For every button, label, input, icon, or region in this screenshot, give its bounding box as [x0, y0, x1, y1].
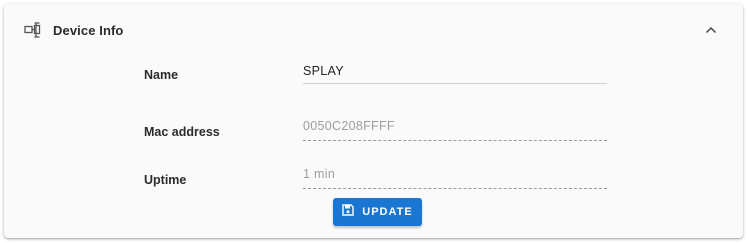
- name-label: Name: [144, 68, 179, 82]
- update-button[interactable]: UPDATE: [333, 198, 422, 226]
- mac-address-field: 0050C208FFFF: [303, 119, 607, 141]
- name-underline: [303, 83, 607, 84]
- collapse-button[interactable]: [701, 20, 721, 40]
- uptime-underline: [303, 188, 607, 189]
- device-icon: [24, 22, 42, 38]
- save-icon: [342, 203, 354, 221]
- panel-header[interactable]: Device Info: [4, 4, 743, 56]
- name-field[interactable]: [303, 62, 607, 84]
- panel-title: Device Info: [53, 23, 124, 38]
- uptime-value: 1 min: [303, 167, 336, 181]
- update-button-label: UPDATE: [362, 206, 413, 218]
- name-input[interactable]: [303, 64, 603, 78]
- chevron-up-icon: [705, 21, 717, 39]
- uptime-label: Uptime: [144, 173, 187, 187]
- mac-address-value: 0050C208FFFF: [303, 119, 395, 133]
- device-info-panel: Device Info Name Mac address 0050C208FFF…: [4, 4, 743, 238]
- mac-address-underline: [303, 140, 607, 141]
- mac-address-label: Mac address: [144, 125, 220, 139]
- uptime-field: 1 min: [303, 167, 607, 189]
